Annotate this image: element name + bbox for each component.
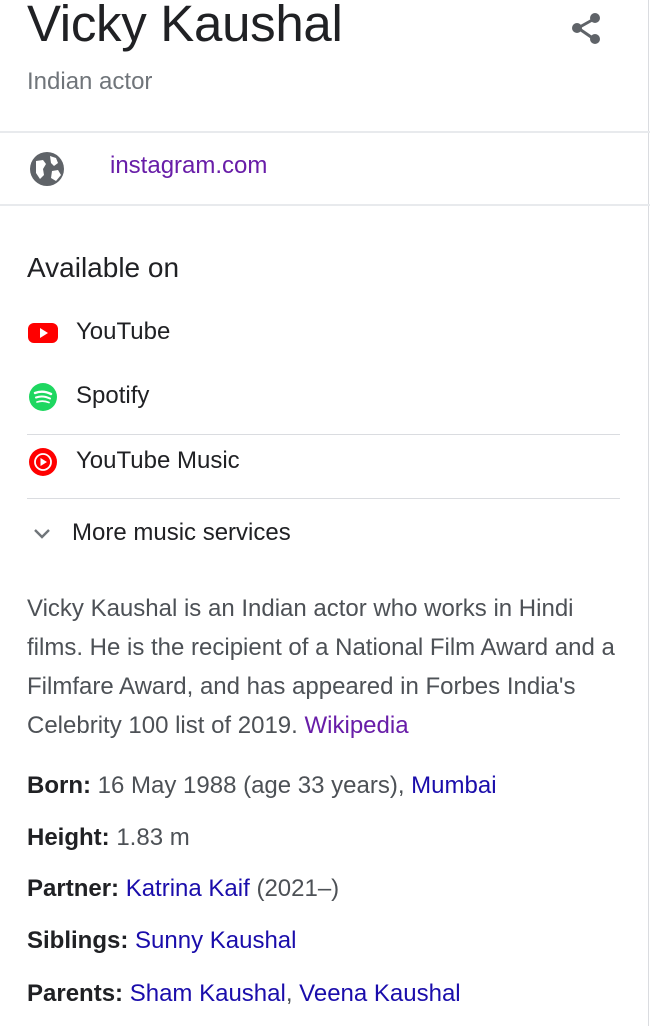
fact-label: Partner: [27,875,120,902]
service-youtube[interactable]: YouTube [27,313,620,353]
share-button[interactable] [566,8,606,48]
available-on-heading: Available on [27,252,180,283]
fact-value: (2021–) [256,875,340,902]
fact-label: Height: [27,824,110,851]
fact-siblings: Siblings: Sunny Kaushal [27,927,296,955]
born-place-link[interactable]: Mumbai [411,772,496,799]
panel-right-border [648,0,649,1026]
service-spotify[interactable]: Spotify [27,377,620,417]
service-label: YouTube [76,318,171,345]
globe-icon [30,152,64,186]
fact-value: 16 May 1988 (age 33 years), [97,772,405,799]
fact-label: Siblings: [27,927,129,954]
more-music-services-label: More music services [72,519,291,546]
fact-born: Born: 16 May 1988 (age 33 years), Mumbai [27,772,497,800]
parent-link[interactable]: Sham Kaushal [130,980,286,1007]
partner-link[interactable]: Katrina Kaif [126,875,250,902]
more-music-services-button[interactable]: More music services [27,514,407,554]
service-divider [27,498,620,499]
parent-link[interactable]: Veena Kaushal [299,980,460,1007]
service-label: Spotify [76,382,150,409]
website-link[interactable]: instagram.com [110,152,267,180]
service-label: YouTube Music [76,447,240,474]
sibling-link[interactable]: Sunny Kaushal [135,927,296,954]
fact-value: 1.83 m [116,824,190,851]
wikipedia-link[interactable]: Wikipedia [305,712,409,739]
fact-label: Born: [27,772,91,799]
chevron-down-icon [34,529,50,539]
service-divider [27,434,620,435]
divider [0,131,650,133]
service-youtube-music[interactable]: YouTube Music [27,442,620,482]
entity-title: Vicky Kaushal [27,0,343,52]
fact-height: Height: 1.83 m [27,824,190,852]
spotify-icon [29,383,57,411]
youtube-icon [28,323,58,343]
share-icon [572,13,600,44]
youtube-music-icon [29,448,57,476]
divider [0,204,650,206]
fact-partner: Partner: Katrina Kaif (2021–) [27,875,339,903]
description: Vicky Kaushal is an Indian actor who wor… [27,589,627,745]
entity-subtitle: Indian actor [27,68,153,95]
fact-label: Parents: [27,980,124,1007]
fact-parents: Parents: Sham Kaushal, Veena Kaushal [27,980,461,1008]
fact-separator: , [285,980,293,1007]
